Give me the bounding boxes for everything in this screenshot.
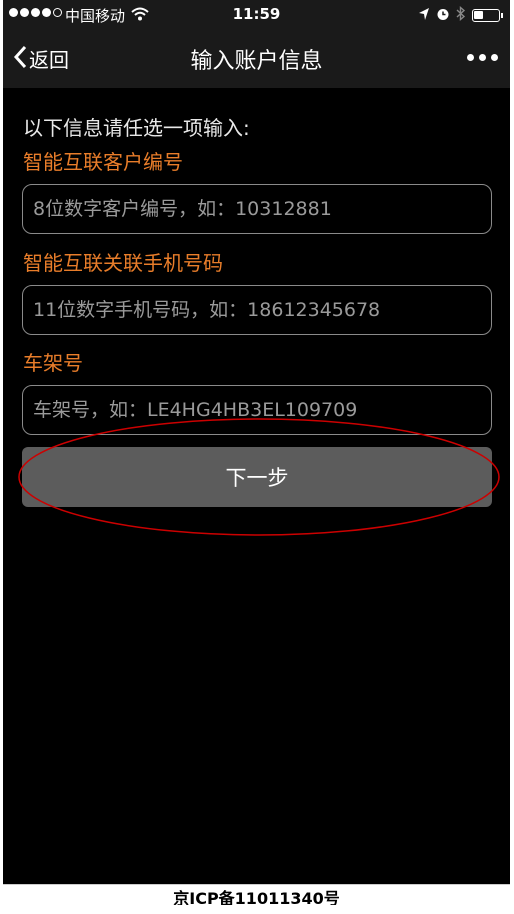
customer-number-label: 智能互联客户编号 bbox=[23, 150, 183, 174]
icp-footer: 京ICP备11011340号 bbox=[3, 884, 510, 905]
page-title: 输入账户信息 bbox=[190, 49, 323, 74]
nav-bar: 返回 输入账户信息 bbox=[3, 30, 510, 88]
phone-screen: 中国移动 11:59 返回 输入账户信息 以下信息请任选一项输入: 智能互联客户… bbox=[3, 0, 510, 905]
more-dots-icon[interactable] bbox=[467, 54, 498, 61]
alarm-icon bbox=[436, 6, 450, 25]
customer-number-input[interactable] bbox=[22, 184, 492, 234]
form-intro: 以下信息请任选一项输入: bbox=[23, 116, 250, 140]
status-bar: 中国移动 11:59 bbox=[3, 0, 510, 30]
location-arrow-icon bbox=[418, 6, 430, 25]
next-step-button[interactable]: 下一步 bbox=[22, 447, 492, 507]
phone-number-input[interactable] bbox=[22, 285, 492, 335]
battery-icon bbox=[472, 9, 503, 22]
vin-input[interactable] bbox=[22, 385, 492, 435]
phone-number-label: 智能互联关联手机号码 bbox=[23, 251, 223, 275]
bluetooth-icon bbox=[456, 5, 466, 25]
vin-label: 车架号 bbox=[23, 351, 83, 375]
